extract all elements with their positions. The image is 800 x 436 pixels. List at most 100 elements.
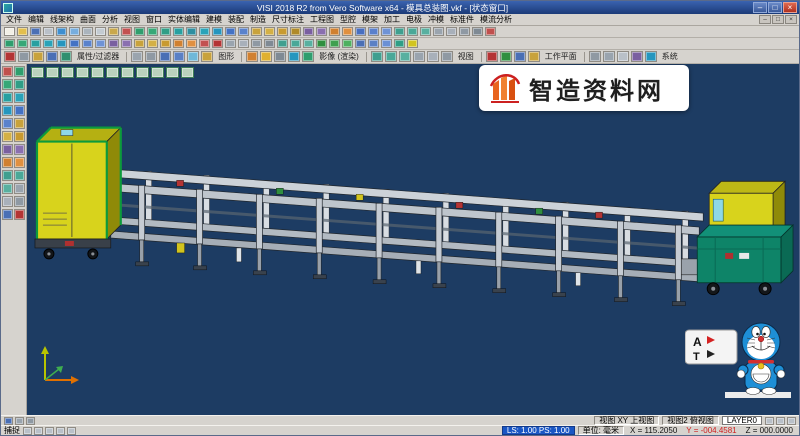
line-tool-icon[interactable]: [2, 79, 13, 90]
boss-icon[interactable]: [303, 39, 314, 48]
scale-tool-icon[interactable]: [14, 183, 25, 194]
pan-view-icon[interactable]: [166, 67, 179, 78]
offset-tool-icon[interactable]: [2, 157, 13, 168]
open-icon[interactable]: [17, 27, 28, 36]
annotate-icon[interactable]: [238, 39, 249, 48]
osnap-toggle-icon[interactable]: [23, 427, 32, 435]
arc-tool-icon[interactable]: [2, 92, 13, 103]
view-front-icon[interactable]: [420, 27, 431, 36]
render-image-icon[interactable]: [246, 51, 258, 62]
fillet-icon[interactable]: [264, 27, 275, 36]
measure-tool-icon[interactable]: [14, 196, 25, 207]
calculator-icon[interactable]: [617, 51, 629, 62]
polyline-tool-icon[interactable]: [14, 79, 25, 90]
lights-icon[interactable]: [260, 51, 272, 62]
pocket-icon[interactable]: [290, 39, 301, 48]
stitch-icon[interactable]: [95, 39, 106, 48]
draft-icon[interactable]: [121, 39, 132, 48]
arc-icon[interactable]: [160, 27, 171, 36]
view-orientation-widget[interactable]: A T: [685, 330, 737, 364]
menu-view[interactable]: 视图: [121, 14, 143, 26]
active-layer-chip[interactable]: LAYER0: [722, 416, 762, 425]
model-space-icon[interactable]: [4, 417, 13, 425]
options-icon[interactable]: [589, 51, 601, 62]
selection-filter-icon[interactable]: [60, 51, 72, 62]
wireframe-mode-icon[interactable]: [381, 27, 392, 36]
hatch-tool-icon[interactable]: [14, 131, 25, 142]
menu-window[interactable]: 窗口: [143, 14, 165, 26]
erase-tool-icon[interactable]: [14, 209, 25, 220]
ellipse-tool-icon[interactable]: [14, 105, 25, 116]
trim-icon[interactable]: [251, 27, 262, 36]
close-button[interactable]: ×: [783, 2, 797, 13]
zoom-previous-icon[interactable]: [385, 51, 397, 62]
zoom-window-icon[interactable]: [446, 27, 457, 36]
menu-assembly[interactable]: 装配: [225, 14, 247, 26]
wireframe-display-icon[interactable]: [131, 51, 143, 62]
pan-icon[interactable]: [459, 27, 470, 36]
menu-die[interactable]: 冲模: [425, 14, 447, 26]
menu-cavity[interactable]: 型腔: [337, 14, 359, 26]
color-icon[interactable]: [4, 51, 16, 62]
align-icon[interactable]: [186, 39, 197, 48]
shaded-edges-icon[interactable]: [173, 51, 185, 62]
explode-icon[interactable]: [199, 39, 210, 48]
shadows-icon[interactable]: [274, 51, 286, 62]
thicken-icon[interactable]: [108, 39, 119, 48]
select-tool-icon[interactable]: [2, 66, 13, 77]
spline-tool-icon[interactable]: [2, 118, 13, 129]
sketch-icon[interactable]: [4, 39, 15, 48]
combine-icon[interactable]: [355, 39, 366, 48]
menu-dimension[interactable]: 尺寸标注: [269, 14, 307, 26]
snap-settings-icon[interactable]: [776, 417, 785, 425]
workplane-icon[interactable]: [316, 27, 327, 36]
workplane-yz-icon[interactable]: [514, 51, 526, 62]
menu-flow-analysis[interactable]: 模流分析: [477, 14, 515, 26]
transparency-icon[interactable]: [187, 51, 199, 62]
polar-toggle-icon[interactable]: [56, 427, 65, 435]
background-icon[interactable]: [288, 51, 300, 62]
grid-toggle-icon[interactable]: [34, 427, 43, 435]
iso-view-icon[interactable]: [46, 67, 59, 78]
zoom-in-icon[interactable]: [136, 67, 149, 78]
project-icon[interactable]: [17, 39, 28, 48]
copy-tool-icon[interactable]: [2, 183, 13, 194]
top-view-icon[interactable]: [61, 67, 74, 78]
layer-filter-icon[interactable]: [32, 51, 44, 62]
chamfer-icon[interactable]: [277, 27, 288, 36]
workplane-custom-icon[interactable]: [528, 51, 540, 62]
track-toggle-icon[interactable]: [67, 427, 76, 435]
mirror-body-icon[interactable]: [147, 39, 158, 48]
shade-icon[interactable]: [368, 27, 379, 36]
intersect-icon[interactable]: [30, 39, 41, 48]
hole-icon[interactable]: [277, 39, 288, 48]
workplane-xy-icon[interactable]: [486, 51, 498, 62]
sweep-icon[interactable]: [69, 39, 80, 48]
shell-icon[interactable]: [290, 27, 301, 36]
scale-body-icon[interactable]: [173, 39, 184, 48]
back-view-icon[interactable]: [106, 67, 119, 78]
menu-solid-edit[interactable]: 实体编辑: [165, 14, 203, 26]
simplify-icon[interactable]: [368, 39, 379, 48]
zoom-all-icon[interactable]: [371, 51, 383, 62]
boolean-icon[interactable]: [303, 27, 314, 36]
move-tool-icon[interactable]: [14, 170, 25, 181]
balloon-icon[interactable]: [251, 39, 262, 48]
macro-icon[interactable]: [631, 51, 643, 62]
rectangle-tool-icon[interactable]: [2, 105, 13, 116]
rotate-view-icon[interactable]: [472, 27, 483, 36]
section-icon[interactable]: [212, 39, 223, 48]
copy-icon[interactable]: [95, 27, 106, 36]
menu-drawing[interactable]: 工程图: [307, 14, 337, 26]
refresh-status-icon[interactable]: [787, 417, 796, 425]
delete-icon[interactable]: [121, 27, 132, 36]
menu-electrode[interactable]: 电极: [403, 14, 425, 26]
trim-tool-icon[interactable]: [2, 144, 13, 155]
shaded-icon[interactable]: [159, 51, 171, 62]
layers-tool-icon[interactable]: [2, 209, 13, 220]
patch-icon[interactable]: [82, 39, 93, 48]
loft-icon[interactable]: [56, 39, 67, 48]
menu-moldbase[interactable]: 模架: [359, 14, 381, 26]
measure-icon[interactable]: [329, 27, 340, 36]
rib-icon[interactable]: [316, 39, 327, 48]
